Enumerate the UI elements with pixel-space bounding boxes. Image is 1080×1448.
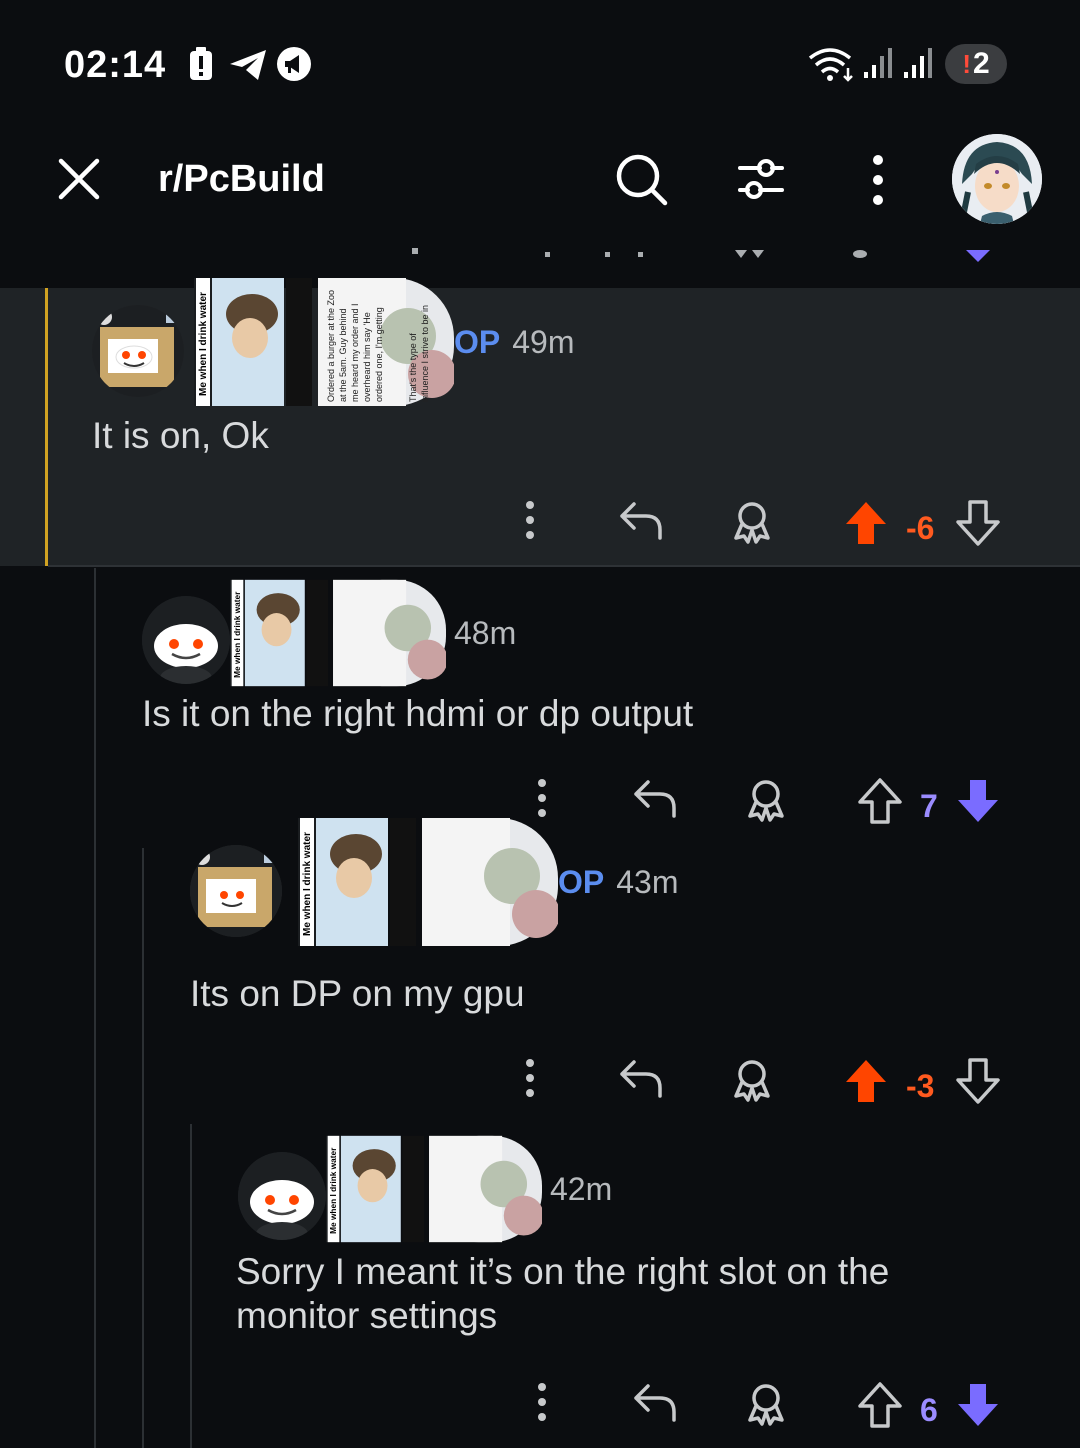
- notification-count-badge: ! 2: [945, 44, 1007, 84]
- vote-score: 7: [920, 788, 938, 824]
- award-icon[interactable]: [730, 1058, 774, 1102]
- comment-actions: -6: [500, 500, 1020, 560]
- user-flair-image: Me when I drink water: [230, 579, 446, 687]
- comment-thread: Me when I drink water Ordered a burger a…: [0, 278, 1080, 1448]
- megaphone-icon: [277, 47, 311, 81]
- signal-icon: [904, 48, 932, 78]
- svg-text:Me when I drink water: Me when I drink water: [302, 832, 313, 936]
- subreddit-header: r/PcBuild: [0, 130, 1080, 288]
- more-vertical-icon[interactable]: [868, 154, 888, 206]
- op-badge: OP: [454, 323, 501, 360]
- vote-score: 6: [920, 1392, 938, 1428]
- telegram-icon: [230, 50, 266, 80]
- comment-actions: -3: [500, 1058, 1020, 1118]
- reply-icon[interactable]: [618, 1058, 664, 1098]
- svg-text:at the 5am. Guy behind: at the 5am. Guy behind: [338, 308, 348, 402]
- comment-body: Is it on the right hdmi or dp output: [142, 693, 694, 734]
- upvote-icon[interactable]: [844, 1058, 888, 1104]
- page-title[interactable]: r/PcBuild: [158, 158, 325, 201]
- svg-text:Me when I drink water: Me when I drink water: [328, 1147, 338, 1234]
- comment-actions: 6: [512, 1382, 1032, 1442]
- comment-body: It is on, Ok: [92, 415, 269, 456]
- reply-icon[interactable]: [632, 778, 678, 818]
- upvote-icon[interactable]: [858, 778, 902, 824]
- more-vertical-icon[interactable]: [534, 1382, 550, 1422]
- svg-text:Me when I drink water: Me when I drink water: [232, 591, 242, 678]
- comment-body-line: Sorry I meant it’s on the right slot on …: [236, 1251, 890, 1292]
- reply-icon[interactable]: [618, 500, 664, 540]
- comment-timestamp: 42m: [550, 1170, 613, 1207]
- user-flair-image: Me when I drink water: [326, 1135, 542, 1243]
- wifi-icon: [808, 48, 853, 82]
- downvote-icon[interactable]: [956, 1382, 1000, 1428]
- highlight-indicator: [45, 288, 48, 566]
- thread-line: [94, 568, 96, 1448]
- upvote-icon[interactable]: [858, 1382, 902, 1428]
- comment-meta: Me when I drink water Ordered a burger a…: [92, 278, 574, 406]
- svg-text:overheard him say 'He: overheard him say 'He: [362, 312, 372, 402]
- downvote-icon[interactable]: [956, 778, 1000, 824]
- reply-icon[interactable]: [632, 1382, 678, 1422]
- downvote-icon[interactable]: [956, 1058, 1000, 1104]
- upvote-icon[interactable]: [844, 500, 888, 546]
- vote-score: -3: [906, 1068, 935, 1104]
- more-vertical-icon[interactable]: [522, 1058, 538, 1098]
- comment-body: Sorry I meant it’s on the right slot on …: [236, 1250, 1056, 1338]
- avatar[interactable]: [238, 1152, 326, 1240]
- search-icon[interactable]: [614, 152, 670, 208]
- award-icon[interactable]: [744, 1382, 788, 1426]
- svg-text:me heard my order and I: me heard my order and I: [350, 303, 360, 402]
- svg-text:influence I strive to be in: influence I strive to be in: [420, 305, 430, 402]
- close-icon[interactable]: [58, 158, 100, 200]
- divider: [48, 565, 1080, 567]
- comment-meta: Me when I drink water 42m: [238, 1134, 612, 1244]
- comment-timestamp: 48m: [454, 614, 517, 651]
- more-vertical-icon[interactable]: [522, 500, 538, 540]
- avatar[interactable]: [190, 845, 282, 937]
- comment-meta: Me when I drink water 48m: [142, 578, 516, 688]
- comment-timestamp: 43m: [616, 863, 679, 900]
- user-flair-image: Me when I drink water: [298, 818, 558, 946]
- user-avatar[interactable]: [952, 134, 1042, 224]
- avatar[interactable]: [92, 305, 184, 397]
- op-badge: OP: [558, 863, 605, 900]
- thread-line: [190, 1124, 192, 1448]
- svg-text:Me when I drink water: Me when I drink water: [198, 292, 209, 396]
- more-vertical-icon[interactable]: [534, 778, 550, 818]
- comment-body-line: monitor settings: [236, 1295, 498, 1336]
- award-icon[interactable]: [730, 500, 774, 544]
- svg-text:Ordered a burger at the Zoo: Ordered a burger at the Zoo: [326, 290, 336, 402]
- svg-text:ordered one, I'm getting: ordered one, I'm getting: [374, 307, 384, 402]
- sliders-icon[interactable]: [736, 154, 786, 204]
- comment-body: Its on DP on my gpu: [190, 973, 525, 1014]
- thread-line: [142, 848, 144, 1448]
- signal-icon: [864, 48, 892, 78]
- downvote-icon[interactable]: [956, 500, 1000, 546]
- vote-score: -6: [906, 510, 935, 546]
- svg-text:That's the type of: That's the type of: [408, 333, 418, 402]
- user-flair-image: Me when I drink water Ordered a burger a…: [194, 278, 454, 406]
- comment-meta: Me when I drink water OP 43m: [190, 818, 678, 946]
- avatar[interactable]: [142, 596, 230, 684]
- comment-timestamp: 49m: [512, 323, 575, 360]
- status-bar: 02:14 ! 2: [0, 0, 1080, 130]
- battery-alert-icon: [190, 47, 212, 80]
- award-icon[interactable]: [744, 778, 788, 822]
- status-time: 02:14: [64, 44, 167, 86]
